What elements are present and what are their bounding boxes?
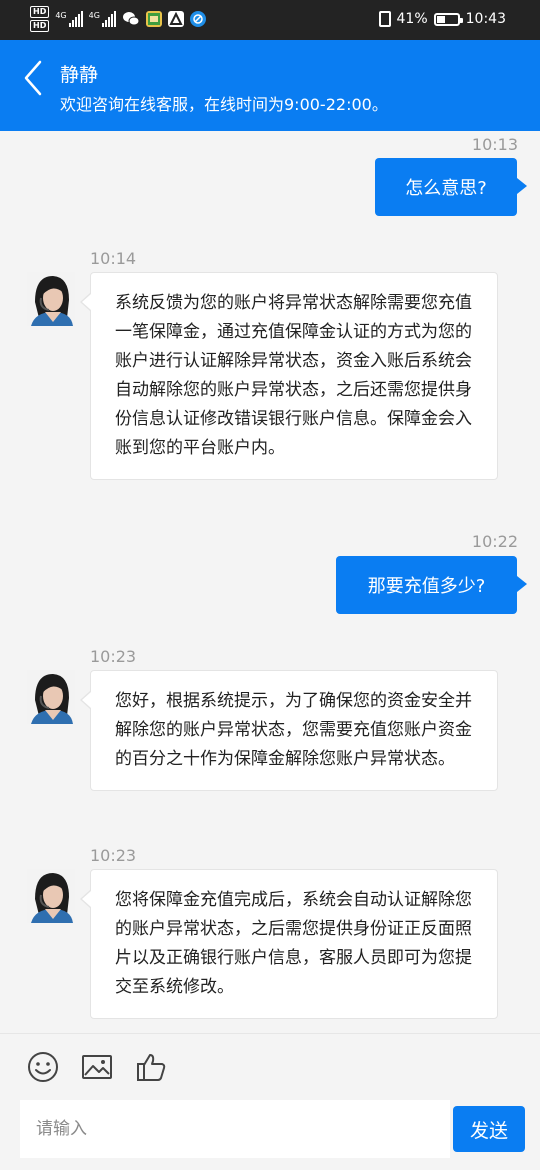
message-bubble-received[interactable]: 您好，根据系统提示，为了确保您的资金安全并解除您的账户异常状态，您需要充值您账户… (80, 670, 498, 791)
message-bubble-sent[interactable]: 那要充值多少? (336, 556, 527, 614)
network-type-label: 4G (88, 11, 100, 20)
battery-percent: 41% (396, 11, 428, 27)
signal-icon: 4G (89, 11, 116, 27)
message-bubble-sent[interactable]: 怎么意思? (375, 158, 527, 216)
signal-icon: 4G (55, 11, 83, 27)
agent-avatar-image (27, 272, 75, 326)
app-icon (167, 11, 184, 27)
wechat-icon (122, 11, 140, 27)
browser-icon (189, 11, 206, 27)
agent-avatar-image (27, 869, 75, 923)
like-button[interactable] (134, 1050, 168, 1084)
app-icon (145, 11, 162, 27)
message-input[interactable] (20, 1100, 450, 1158)
emoji-icon (28, 1052, 58, 1082)
avatar[interactable] (27, 272, 75, 326)
message-timestamp: 10:23 (90, 846, 137, 865)
battery-icon (433, 12, 463, 26)
avatar[interactable] (27, 670, 75, 724)
agent-name: 静静 (60, 64, 99, 86)
avatar[interactable] (27, 869, 75, 923)
chat-header: 静静 欢迎咨询在线客服，在线时间为9:00-22:00。 (0, 40, 540, 131)
message-timestamp: 10:14 (90, 249, 137, 268)
network-type-label: 4G (55, 11, 67, 20)
image-button[interactable] (80, 1050, 114, 1084)
emoji-button[interactable] (26, 1050, 60, 1084)
message-bubble-received[interactable]: 您将保障金充值完成后，系统会自动认证解除您的账户异常状态，之后需您提供身份证正反… (80, 869, 498, 1019)
back-button[interactable] (14, 58, 54, 98)
vibrate-icon (378, 11, 391, 27)
hd-indicators: HD HD (30, 6, 50, 32)
status-right: 41% 10:43 (378, 11, 506, 27)
hd-badge: HD (30, 20, 50, 32)
message-timestamp: 10:22 (471, 532, 518, 551)
message-timestamp: 10:23 (90, 647, 137, 666)
message-timestamp: 10:13 (471, 135, 518, 154)
clock: 10:43 (465, 11, 506, 27)
agent-avatar-image (27, 670, 75, 724)
chat-area[interactable]: 10:13 怎么意思? 10:14 系统反馈为您的账户将异常状态解除需要您充值一… (0, 131, 540, 1033)
composer: 发送 (0, 1033, 540, 1170)
send-button[interactable]: 发送 (453, 1106, 525, 1152)
status-bar: HD HD 4G 4G 41% 10:43 (0, 0, 540, 40)
service-hours-text: 欢迎咨询在线客服，在线时间为9:00-22:00。 (60, 95, 388, 114)
image-icon (82, 1055, 112, 1079)
status-left: HD HD 4G 4G (30, 6, 206, 32)
hd-badge: HD (30, 6, 50, 18)
back-arrow-icon (24, 60, 42, 96)
battery-level (436, 15, 445, 23)
thumbs-up-icon (137, 1054, 166, 1081)
message-bubble-received[interactable]: 系统反馈为您的账户将异常状态解除需要您充值一笔保障金，通过充值保障金认证的方式为… (80, 272, 498, 480)
